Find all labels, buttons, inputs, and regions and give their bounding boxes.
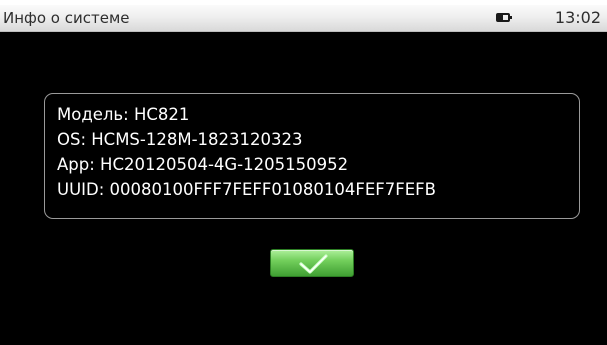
ok-button[interactable] <box>270 249 354 277</box>
system-info-screen: Инфо о системе 13:02 Модель: HC821 OS: H… <box>0 0 607 345</box>
uuid-info: UUID: 00080100FFF7FEFF01080104FEF7FEFB <box>57 180 436 199</box>
battery-icon <box>496 13 512 22</box>
app-info: App: HC20120504-4G-1205150952 <box>57 155 349 174</box>
clock: 13:02 <box>554 8 601 27</box>
screen-title: Инфо о системе <box>3 9 130 27</box>
system-info-panel: Модель: HC821 OS: HCMS-128M-1823120323 A… <box>44 93 580 219</box>
status-bar: Инфо о системе 13:02 <box>0 5 607 32</box>
model-info: Модель: HC821 <box>57 105 190 124</box>
content-area: Модель: HC821 OS: HCMS-128M-1823120323 A… <box>0 32 607 345</box>
os-info: OS: HCMS-128M-1823120323 <box>57 130 303 149</box>
checkmark-icon <box>299 254 328 274</box>
